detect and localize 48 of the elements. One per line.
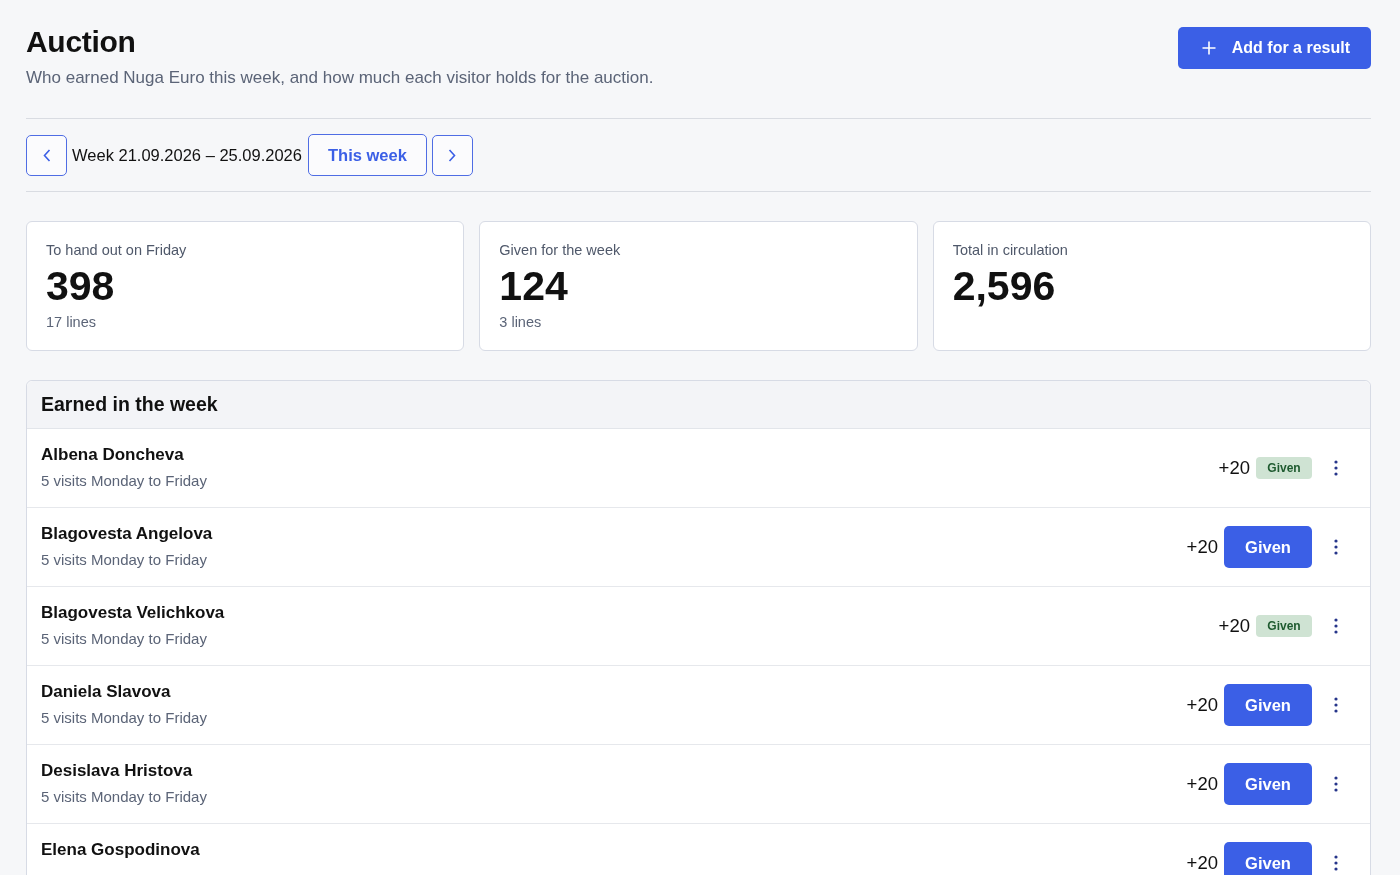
mark-given-button[interactable]: Given [1224, 684, 1312, 726]
stat-value: 398 [46, 263, 116, 309]
visitor-name: Blagovesta Angelova [41, 523, 213, 545]
earned-amount: +20 [1186, 536, 1218, 558]
next-week-button[interactable] [431, 134, 473, 176]
more-options-icon[interactable] [1334, 776, 1338, 792]
earned-amount: +20 [1186, 773, 1218, 795]
visitor-name: Daniela Slavova [41, 681, 172, 703]
mark-given-button[interactable]: Given [1224, 842, 1312, 875]
visitor-name: Desislava Hristova [41, 760, 194, 782]
mark-given-button[interactable]: Given [1224, 526, 1312, 568]
more-options-icon[interactable] [1334, 855, 1338, 871]
week-range: Week 21.09.2026 – 25.09.2026 [72, 144, 302, 166]
stat-detail: 3 lines [499, 313, 543, 332]
more-options-icon[interactable] [1334, 539, 1338, 555]
visitor-name: Elena Gospodinova [41, 839, 200, 861]
visitor-name: Blagovesta Velichkova [41, 602, 225, 624]
previous-week-button[interactable] [26, 134, 67, 176]
visitor-name: Albena Doncheva [41, 444, 185, 466]
add-result-button[interactable]: Add for a result [1177, 27, 1371, 69]
given-status-badge: Given [1256, 457, 1312, 479]
chevron-right-icon [448, 148, 457, 162]
chevron-left-icon [42, 148, 51, 162]
given-status-badge: Given [1256, 615, 1312, 637]
more-options-icon[interactable] [1334, 697, 1338, 713]
mark-given-button[interactable]: Given [1224, 763, 1312, 805]
plus-icon [1201, 41, 1216, 55]
stat-detail: 17 lines [46, 313, 97, 332]
stat-label: To hand out on Friday [46, 241, 188, 260]
earned-amount: +20 [1218, 457, 1250, 479]
earned-amount: +20 [1186, 694, 1218, 716]
earned-amount: +20 [1186, 852, 1218, 874]
visitor-visits: 5 visits Monday to Friday [41, 629, 208, 649]
this-week-button[interactable]: This week [307, 134, 427, 176]
visitor-visits: 5 visits Monday to Friday [41, 787, 207, 807]
stat-value: 2,596 [952, 263, 1057, 309]
stat-label: Given for the week [499, 241, 622, 260]
visitor-visits: 5 visits Monday to Friday [41, 708, 207, 728]
more-options-icon[interactable] [1334, 618, 1338, 634]
stat-value: 124 [499, 263, 569, 309]
earned-amount: +20 [1218, 615, 1250, 637]
more-options-icon[interactable] [1334, 460, 1338, 476]
stat-label: Total in circulation [952, 241, 1069, 260]
visitor-visits: 5 visits Monday to Friday [41, 550, 208, 570]
visitor-visits: 5 visits Monday to Friday [41, 471, 207, 491]
section-title: Earned in the week [41, 391, 218, 417]
page-title: Auction [26, 26, 137, 58]
page-subtitle: Who earned Nuga Euro this week, and how much each visitor holds for the auction. [26, 67, 654, 89]
